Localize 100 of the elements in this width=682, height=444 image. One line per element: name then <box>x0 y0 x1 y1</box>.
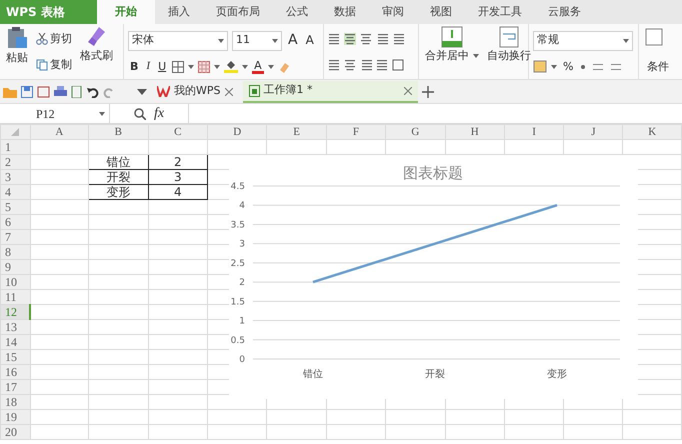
row-header[interactable]: 9 <box>0 260 30 274</box>
caret-icon[interactable] <box>473 54 479 58</box>
row-header[interactable]: 17 <box>0 380 30 394</box>
row-header[interactable]: 3 <box>0 170 30 184</box>
align-right-icon[interactable] <box>360 59 372 71</box>
caret-icon[interactable] <box>623 38 629 43</box>
w-logo-icon <box>157 86 170 97</box>
italic-button[interactable]: I <box>144 60 152 74</box>
row-header[interactable]: 6 <box>0 214 30 230</box>
caret-icon[interactable] <box>242 64 248 68</box>
row-header[interactable]: 8 <box>0 244 30 260</box>
row-header[interactable]: 18 <box>0 394 30 410</box>
row-header[interactable]: 2 <box>0 154 30 170</box>
bold-button[interactable]: B <box>128 60 140 74</box>
row-header[interactable]: 12 <box>0 304 30 320</box>
close-icon[interactable] <box>404 86 412 94</box>
paste-button[interactable]: 粘贴 <box>4 26 30 78</box>
printer-icon[interactable] <box>54 86 67 98</box>
row-header[interactable]: 7 <box>0 230 30 244</box>
column-header[interactable]: A <box>30 124 89 140</box>
row-header[interactable]: 15 <box>0 350 30 364</box>
document-tab[interactable]: 我的WPS <box>151 80 238 102</box>
column-header[interactable]: B <box>88 124 148 140</box>
menu-tab[interactable]: 开始 <box>97 0 155 24</box>
menu-tab[interactable]: 视图 <box>417 0 465 24</box>
grow-font-button[interactable]: A <box>286 32 300 49</box>
row-header[interactable]: 5 <box>0 200 30 214</box>
menu-tab[interactable]: 云服务 <box>535 0 594 24</box>
caret-icon[interactable] <box>551 64 557 69</box>
align-left-icon[interactable] <box>328 59 340 71</box>
column-header[interactable]: I <box>504 124 564 140</box>
add-tab-icon[interactable] <box>422 86 434 98</box>
axis-label: 2.5 <box>230 258 245 269</box>
column-header[interactable]: F <box>326 124 386 140</box>
caret-icon[interactable] <box>99 112 105 116</box>
menu-tab[interactable]: 审阅 <box>369 0 417 24</box>
row-header[interactable]: 10 <box>0 274 30 290</box>
brush-icon <box>86 26 106 48</box>
column-header[interactable]: J <box>564 124 623 140</box>
wrap-text-button[interactable]: 自动换行 <box>485 26 533 78</box>
menu-tab[interactable]: 公式 <box>273 0 321 24</box>
row-header[interactable]: 11 <box>0 290 30 304</box>
function-label[interactable]: fx <box>154 103 164 124</box>
copy-button[interactable]: 复制 <box>34 58 74 72</box>
row-header[interactable]: 14 <box>0 334 30 350</box>
fill-bucket-icon[interactable] <box>224 60 238 73</box>
column-header[interactable]: H <box>445 124 504 140</box>
font-name-field[interactable]: 宋体 <box>128 30 228 50</box>
column-header[interactable]: K <box>622 124 682 140</box>
caret-icon[interactable] <box>188 64 194 68</box>
align-middle-icon[interactable] <box>344 33 356 45</box>
axis-label: 0.5 <box>230 336 245 346</box>
row-header[interactable]: 19 <box>0 410 30 424</box>
percent-button[interactable]: % <box>561 60 576 74</box>
underline-button[interactable]: U <box>156 60 168 74</box>
table-cell: 变形 <box>88 184 148 200</box>
merge-center-button[interactable]: 合并居中 <box>423 26 481 78</box>
column-header[interactable]: D <box>207 124 267 140</box>
align-center-icon[interactable] <box>344 59 356 71</box>
save-icon[interactable] <box>21 86 33 98</box>
close-icon[interactable] <box>224 88 232 96</box>
caret-icon[interactable] <box>268 64 274 68</box>
number-format-field[interactable]: 常规 <box>533 30 633 51</box>
borders-icon[interactable] <box>172 60 184 72</box>
row-header[interactable]: 1 <box>0 140 30 154</box>
app-logo[interactable]: WPS 表格 <box>0 0 97 24</box>
caret-icon[interactable] <box>272 38 278 42</box>
menu-tab[interactable]: 开发工具 <box>465 0 535 24</box>
font-color-button[interactable]: A <box>252 60 264 74</box>
row-header[interactable]: 16 <box>0 364 30 380</box>
caret-icon[interactable] <box>218 38 224 42</box>
row-header[interactable]: 20 <box>0 424 30 440</box>
format-painter-button[interactable]: 格式刷 <box>78 26 115 78</box>
column-header[interactable]: G <box>386 124 445 140</box>
axis-label: 3.5 <box>230 220 245 230</box>
document-tab[interactable]: 工作簿1 * <box>242 80 418 102</box>
dropdown-icon[interactable] <box>137 88 147 94</box>
undo-icon[interactable] <box>87 86 99 98</box>
axis-label: 3 <box>239 240 245 250</box>
column-header[interactable]: E <box>266 124 326 140</box>
font-size-field[interactable]: 11 <box>232 30 282 50</box>
align-top-icon[interactable] <box>328 33 340 45</box>
menu-tab[interactable]: 页面布局 <box>203 0 273 24</box>
shrink-font-button[interactable]: A <box>304 33 316 48</box>
zoom-icon[interactable] <box>134 108 146 120</box>
menu-tab[interactable]: 数据 <box>321 0 369 24</box>
caret-icon[interactable] <box>214 64 220 68</box>
axis-label: 2 <box>239 278 245 288</box>
cell-grid-icon[interactable] <box>198 60 210 72</box>
conditional-format-button[interactable]: 条件 <box>645 60 671 73</box>
row-header[interactable]: 4 <box>0 184 30 200</box>
indent-icon[interactable] <box>376 33 388 45</box>
name-box[interactable]: P12 <box>36 104 55 122</box>
cut-button[interactable]: 剪切 <box>34 32 74 46</box>
justify-icon[interactable] <box>376 59 388 71</box>
column-header[interactable]: C <box>148 124 208 140</box>
row-header[interactable]: 13 <box>0 320 30 334</box>
outdent-icon[interactable] <box>392 33 404 45</box>
menu-tab[interactable]: 插入 <box>155 0 203 24</box>
align-bottom-icon[interactable] <box>360 33 372 45</box>
